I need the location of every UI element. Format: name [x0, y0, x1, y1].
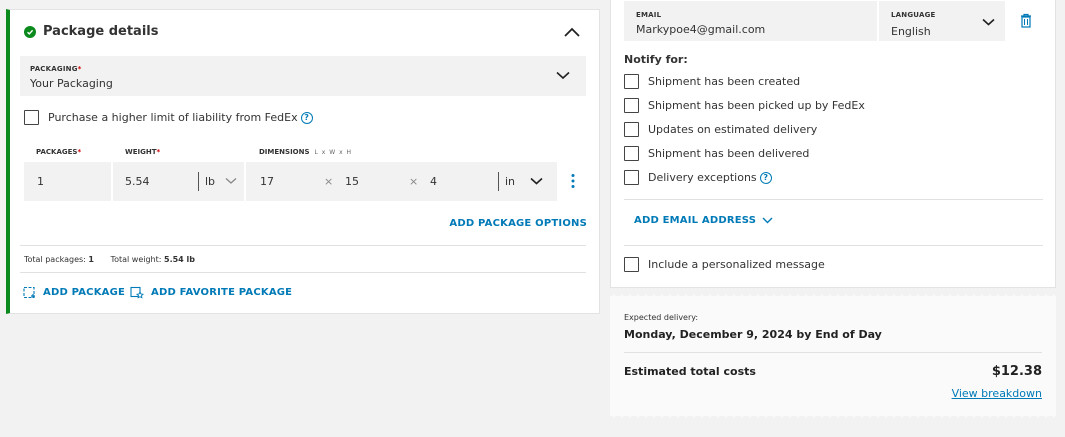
packages-input[interactable]: 1 [24, 162, 111, 201]
estimated-total-label: Estimated total costs [624, 365, 756, 378]
email-input[interactable]: EMAIL Markypoe4@gmail.com [624, 1, 877, 41]
packaging-label: PACKAGING* [30, 65, 82, 73]
col-packages: PACKAGES* [36, 148, 82, 156]
times-icon: × [409, 175, 419, 188]
language-select[interactable]: LANGUAGE English [879, 1, 1005, 41]
divider [20, 272, 586, 273]
notify-checkbox[interactable] [624, 170, 639, 185]
chevron-down-icon [556, 71, 570, 80]
notify-checkbox[interactable] [624, 98, 639, 113]
trash-icon[interactable] [1020, 13, 1032, 28]
liability-row: Purchase a higher limit of liability fro… [24, 110, 313, 125]
notify-option-picked-up[interactable]: Shipment has been picked up by FedEx [624, 98, 865, 113]
height-input[interactable]: 4 [430, 175, 437, 188]
expected-delivery-label: Expected delivery: [624, 313, 699, 322]
notify-for-label: Notify for: [624, 53, 688, 66]
view-breakdown-link[interactable]: View breakdown [952, 387, 1042, 400]
favorite-box-icon [130, 286, 144, 299]
add-package-button[interactable]: ADD PACKAGE [23, 286, 125, 299]
chevron-down-icon [762, 217, 773, 224]
email-value: Markypoe4@gmail.com [636, 23, 766, 36]
email-label: EMAIL [636, 11, 662, 19]
check-circle-icon [24, 25, 36, 38]
delivery-summary-card: Expected delivery: Monday, December 9, 2… [610, 294, 1056, 418]
language-label: LANGUAGE [891, 11, 936, 19]
notify-option-delivered[interactable]: Shipment has been delivered [624, 146, 809, 161]
zigzag-edge [610, 413, 1056, 418]
expected-delivery-value: Monday, December 9, 2024 by End of Day [624, 328, 882, 341]
personalized-message-row[interactable]: Include a personalized message [624, 257, 825, 272]
dim-unit-select[interactable]: in [505, 175, 543, 188]
add-box-icon [23, 286, 35, 299]
language-value: English [891, 25, 931, 38]
notify-option-estimated[interactable]: Updates on estimated delivery [624, 122, 817, 137]
weight-unit-select[interactable]: lb [205, 175, 237, 188]
times-icon: × [324, 175, 334, 188]
estimated-total-value: $12.38 [991, 364, 1042, 379]
notify-checkbox[interactable] [624, 122, 639, 137]
package-details-card: Package details PACKAGING* Your Packagin… [6, 9, 600, 314]
add-email-address-button[interactable]: ADD EMAIL ADDRESS [634, 215, 773, 226]
packaging-value: Your Packaging [30, 77, 113, 90]
more-vertical-icon[interactable] [571, 173, 575, 189]
liability-label: Purchase a higher limit of liability fro… [48, 111, 298, 124]
divider [624, 352, 1042, 353]
divider [20, 245, 586, 246]
chevron-down-icon [225, 178, 236, 184]
package-details-header: Package details [24, 24, 158, 39]
divider [624, 199, 1043, 200]
weight-input[interactable]: 5.54 lb [113, 162, 244, 201]
divider [624, 245, 1043, 246]
package-details-title: Package details [43, 24, 159, 39]
col-weight: WEIGHT* [125, 148, 161, 156]
help-icon[interactable]: ? [759, 171, 772, 184]
chevron-down-icon [529, 177, 543, 185]
add-favorite-package-button[interactable]: ADD FAVORITE PACKAGE [130, 286, 292, 299]
packaging-select[interactable]: PACKAGING* Your Packaging [20, 56, 586, 96]
col-dimensions: DIMENSIONS L x W x H [259, 148, 353, 156]
chevron-down-icon [982, 18, 995, 26]
add-package-options-link[interactable]: ADD PACKAGE OPTIONS [449, 218, 587, 229]
personalized-message-checkbox[interactable] [624, 257, 639, 272]
totals-row: Total packages: 1 Total weight: 5.54 lb [24, 255, 195, 264]
width-input[interactable]: 15 [345, 175, 359, 188]
notify-checkbox[interactable] [624, 74, 639, 89]
chevron-up-icon[interactable] [563, 26, 581, 38]
notifications-card: EMAIL Markypoe4@gmail.com LANGUAGE Engli… [610, 0, 1056, 288]
liability-checkbox[interactable] [24, 110, 39, 125]
notify-checkbox[interactable] [624, 146, 639, 161]
dimensions-input[interactable]: 17 × 15 × 4 in [246, 162, 557, 201]
notify-option-created[interactable]: Shipment has been created [624, 74, 800, 89]
help-icon[interactable]: ? [300, 111, 313, 124]
notify-option-exceptions[interactable]: Delivery exceptions ? [624, 170, 772, 185]
zigzag-edge [610, 294, 1056, 299]
length-input[interactable]: 17 [260, 175, 274, 188]
